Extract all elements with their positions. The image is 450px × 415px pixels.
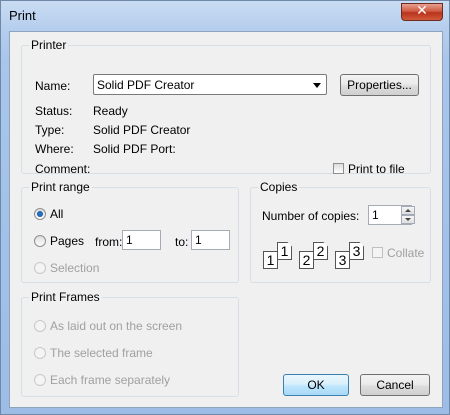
name-label: Name: — [35, 79, 71, 93]
status-value: Ready — [93, 104, 128, 118]
printer-group-label: Printer — [29, 38, 69, 52]
pages-label[interactable]: Pages — [50, 234, 84, 248]
where-label: Where: — [35, 142, 74, 156]
collate-label[interactable]: Collate — [387, 246, 424, 260]
collate-page: 2 — [299, 251, 314, 269]
ok-button[interactable]: OK — [283, 374, 349, 396]
to-label: to: — [175, 235, 189, 249]
print-to-file-label[interactable]: Print to file — [348, 162, 405, 176]
copies-group-label: Copies — [258, 180, 300, 194]
from-page-input[interactable]: 1 — [122, 230, 161, 250]
type-value: Solid PDF Creator — [93, 123, 191, 137]
status-label: Status: — [35, 104, 73, 118]
collate-page: 3 — [349, 242, 364, 260]
print-range-group: Print range All Pages from: 1 to: 1 Sele… — [21, 180, 239, 283]
chevron-down-icon — [313, 83, 321, 88]
collate-page: 1 — [277, 242, 292, 260]
number-of-copies-value: 1 — [372, 208, 379, 222]
collate-page: 1 — [263, 251, 278, 269]
printer-group: Printer Name: Solid PDF Creator Properti… — [21, 38, 431, 176]
type-label: Type: — [35, 123, 65, 137]
frames-separately-label[interactable]: Each frame separately — [50, 373, 170, 387]
print-frames-group-label: Print Frames — [29, 290, 102, 304]
spin-up-icon[interactable] — [401, 206, 415, 215]
copies-group: Copies Number of copies: 1 1 1 2 2 3 3 C… — [250, 180, 431, 283]
close-button[interactable]: ✕ — [401, 3, 443, 21]
where-value: Solid PDF Port: — [93, 142, 176, 156]
printer-name-select[interactable]: Solid PDF Creator — [93, 74, 327, 95]
pages-radio[interactable] — [34, 235, 46, 247]
from-page-value: 1 — [126, 233, 133, 247]
frames-selected-radio[interactable] — [34, 347, 46, 359]
frames-selected-label[interactable]: The selected frame — [50, 346, 153, 360]
title-bar[interactable]: Print ✕ — [1, 1, 449, 31]
frames-separately-radio[interactable] — [34, 374, 46, 386]
collate-page: 3 — [335, 251, 350, 269]
selection-label[interactable]: Selection — [50, 261, 99, 275]
print-range-group-label: Print range — [29, 180, 92, 194]
dialog-body: Printer Name: Solid PDF Creator Properti… — [9, 31, 443, 408]
print-frames-group: Print Frames As laid out on the screen T… — [21, 290, 239, 397]
selection-radio[interactable] — [34, 262, 46, 274]
cancel-button[interactable]: Cancel — [360, 374, 430, 396]
close-icon: ✕ — [416, 3, 428, 19]
printer-name-value: Solid PDF Creator — [97, 78, 195, 92]
window-title: Print — [9, 8, 36, 23]
print-to-file-checkbox[interactable] — [333, 163, 344, 174]
to-page-input[interactable]: 1 — [191, 230, 230, 250]
comment-label: Comment: — [35, 162, 91, 176]
number-of-copies-label: Number of copies: — [262, 209, 360, 223]
from-label: from: — [95, 235, 123, 249]
all-radio[interactable] — [34, 208, 46, 220]
spin-down-icon[interactable] — [401, 215, 415, 224]
frames-as-laid-out-radio[interactable] — [34, 320, 46, 332]
print-dialog: Print ✕ Printer Name: Solid PDF Creator … — [0, 0, 450, 415]
collate-page: 2 — [313, 242, 328, 260]
properties-button[interactable]: Properties... — [340, 74, 419, 96]
frames-as-laid-out-label[interactable]: As laid out on the screen — [50, 319, 182, 333]
to-page-value: 1 — [195, 233, 202, 247]
all-label[interactable]: All — [50, 207, 63, 221]
collate-checkbox[interactable] — [372, 247, 383, 258]
copies-spinner[interactable] — [401, 206, 415, 224]
